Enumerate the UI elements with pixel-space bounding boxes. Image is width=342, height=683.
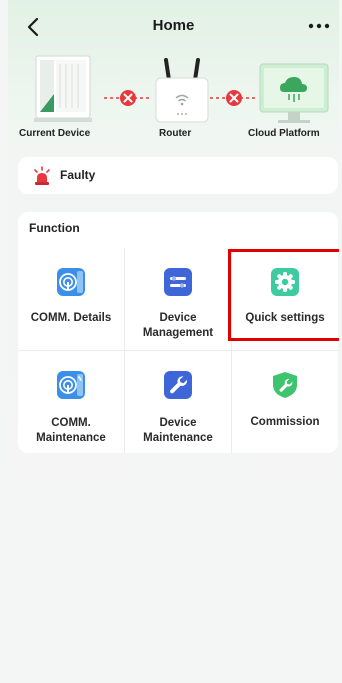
function-title: Function [29, 221, 80, 235]
quick-settings-highlight-box [228, 249, 339, 341]
current-device-icon [34, 55, 92, 122]
function-item-label: Device [159, 417, 197, 429]
app-screen: Home Current Device Router Cloud Platfor… [8, 0, 339, 683]
top-bar: Home [8, 0, 339, 52]
link-error-icon [104, 90, 152, 106]
shield-wrench-icon [273, 372, 297, 398]
more-options-icon[interactable] [305, 16, 333, 36]
function-item-label: COMM. Details [30, 312, 112, 324]
grid-divider [18, 350, 338, 351]
wrench-icon [164, 371, 192, 399]
function-item-device-management[interactable]: Device Management [125, 248, 231, 349]
function-item-label-line2: Management [142, 327, 214, 339]
router-label: Router [159, 128, 192, 139]
cloud-platform-label: Cloud Platform [248, 128, 320, 139]
network-topology: Current Device Router Cloud Platform [8, 52, 339, 148]
link-error-icon [210, 90, 258, 106]
function-item-label-line2: Maintenance [143, 432, 213, 444]
function-item-label: Commission [250, 416, 320, 428]
router-icon [155, 58, 209, 123]
function-item-label: COMM. [51, 417, 91, 429]
function-item-device-maintenance[interactable]: Device Maintenance [125, 352, 231, 453]
cloud-platform-icon [259, 63, 329, 123]
signal-tower-icon [57, 268, 85, 296]
function-item-label-line2: Maintenance [36, 432, 106, 444]
function-item-commission[interactable]: Commission [232, 352, 338, 453]
alarm-light-icon [34, 166, 50, 185]
device-status-card[interactable]: Faulty [18, 157, 338, 194]
function-item-comm-maintenance[interactable]: COMM. Maintenance [18, 352, 124, 453]
function-item-comm-details[interactable]: COMM. Details [18, 248, 124, 349]
sliders-icon [164, 268, 192, 296]
status-label: Faulty [60, 168, 96, 182]
signal-wrench-icon [57, 371, 85, 399]
current-device-label: Current Device [19, 128, 91, 139]
page-title: Home [152, 17, 195, 34]
function-item-label: Device [159, 312, 197, 324]
